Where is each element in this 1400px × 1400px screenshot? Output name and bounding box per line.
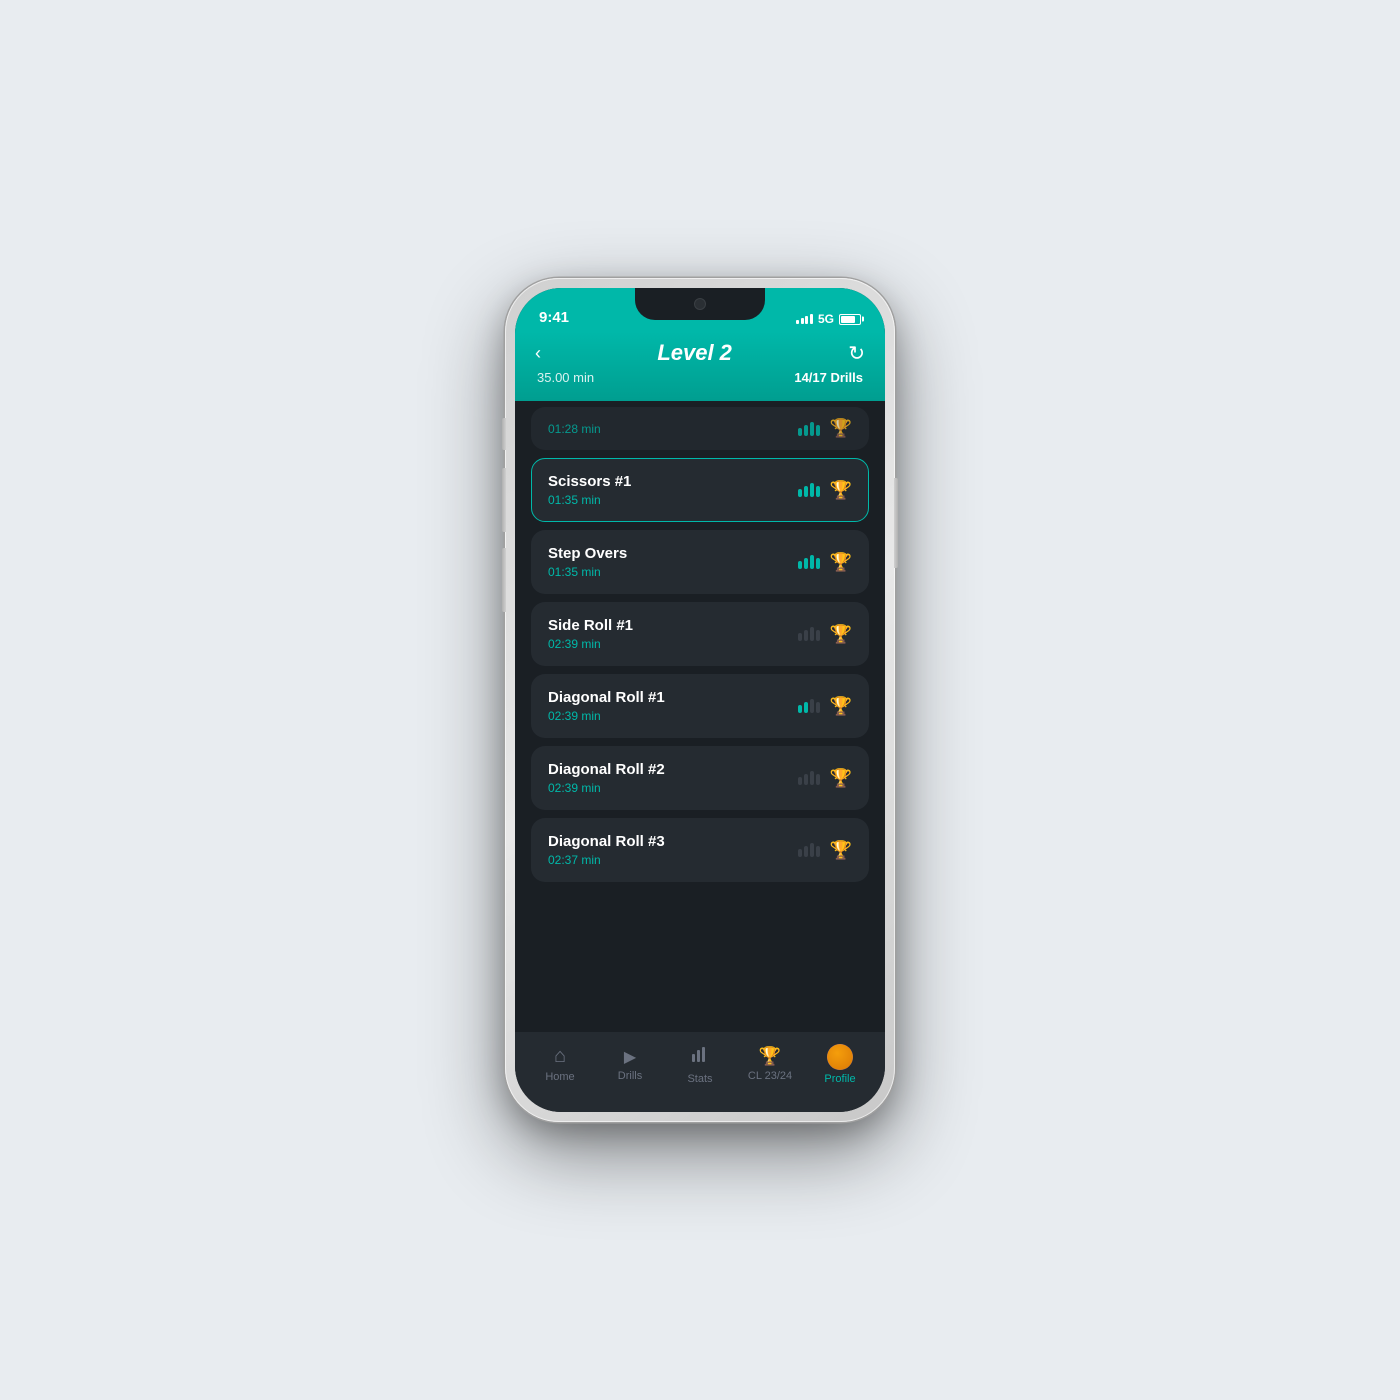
status-time: 9:41: [539, 309, 569, 326]
header-top: ‹ Level 2 ↻: [535, 340, 865, 366]
drill-name: Side Roll #1: [548, 617, 633, 634]
drill-stats: 🏆: [798, 768, 852, 789]
drill-stats: 🏆: [798, 840, 852, 861]
progress-bars: [798, 771, 820, 785]
drill-time: 02:39 min: [548, 709, 665, 723]
trophy-icon: 🏆: [830, 840, 852, 861]
drill-info: Side Roll #1 02:39 min: [548, 617, 633, 651]
volume-down-button: [502, 548, 506, 612]
drills-count: 14/17 Drills: [794, 370, 863, 385]
network-label: 5G: [818, 312, 834, 326]
drill-time: 02:39 min: [548, 637, 633, 651]
back-button[interactable]: ‹: [535, 343, 541, 364]
drill-item-scissors-1[interactable]: Scissors #1 01:35 min 🏆: [531, 458, 869, 522]
notch: [635, 288, 765, 320]
phone-screen: 9:41 5G ‹ Level 2 ↻: [515, 288, 885, 1112]
drill-time: 02:37 min: [548, 853, 665, 867]
progress-bars: [798, 627, 820, 641]
home-icon: ⌂: [554, 1045, 566, 1068]
trophy-icon: 🏆: [830, 696, 852, 717]
profile-avatar: [827, 1044, 853, 1070]
drill-info: Diagonal Roll #2 02:39 min: [548, 761, 665, 795]
signal-icon: [796, 314, 813, 324]
drill-item-diagonal-roll-3[interactable]: Diagonal Roll #3 02:37 min 🏆: [531, 818, 869, 882]
trophy-icon: 🏆: [830, 768, 852, 789]
cl-icon: 🏆: [759, 1046, 781, 1067]
level-title: Level 2: [657, 340, 732, 366]
drill-stats: 🏆: [798, 418, 852, 439]
drill-info: Step Overs 01:35 min: [548, 545, 627, 579]
drill-stats: 🏆: [798, 552, 852, 573]
nav-label-home: Home: [545, 1071, 574, 1083]
avatar-image: [827, 1044, 853, 1070]
drill-time: 01:35 min: [548, 565, 627, 579]
drill-stats: 🏆: [798, 624, 852, 645]
nav-item-home[interactable]: ⌂ Home: [525, 1045, 595, 1083]
progress-bars: [798, 555, 820, 569]
drill-time: 01:28 min: [548, 422, 601, 436]
header-meta: 35.00 min 14/17 Drills: [535, 370, 865, 385]
nav-label-profile: Profile: [824, 1073, 855, 1085]
drill-stats: 🏆: [798, 480, 852, 501]
nav-label-cl: CL 23/24: [748, 1070, 792, 1082]
trophy-icon: 🏆: [830, 552, 852, 573]
drills-list: 01:28 min 🏆 Scissors #1 01:35 min: [515, 401, 885, 1032]
battery-icon: [839, 314, 861, 325]
drill-name: Diagonal Roll #2: [548, 761, 665, 778]
progress-bars: [798, 699, 820, 713]
drill-item-diagonal-roll-2[interactable]: Diagonal Roll #2 02:39 min 🏆: [531, 746, 869, 810]
bottom-navigation: ⌂ Home ▶ Drills Stats 🏆 CL 23/: [515, 1032, 885, 1112]
trophy-icon: 🏆: [830, 624, 852, 645]
battery-fill: [841, 316, 855, 323]
stats-icon: [690, 1044, 710, 1070]
level-header: ‹ Level 2 ↻ 35.00 min 14/17 Drills: [515, 332, 885, 401]
power-button: [894, 478, 898, 568]
total-duration: 35.00 min: [537, 370, 594, 385]
nav-label-stats: Stats: [687, 1073, 712, 1085]
drill-name: Scissors #1: [548, 473, 631, 490]
drill-name: Diagonal Roll #3: [548, 833, 665, 850]
drill-time: 02:39 min: [548, 781, 665, 795]
status-icons: 5G: [796, 312, 861, 326]
nav-item-drills[interactable]: ▶ Drills: [595, 1047, 665, 1082]
drill-info: Diagonal Roll #3 02:37 min: [548, 833, 665, 867]
nav-item-cl[interactable]: 🏆 CL 23/24: [735, 1046, 805, 1082]
drill-time: 01:35 min: [548, 493, 631, 507]
nav-item-stats[interactable]: Stats: [665, 1044, 735, 1085]
drill-info: Scissors #1 01:35 min: [548, 473, 631, 507]
nav-label-drills: Drills: [618, 1070, 642, 1082]
drill-stats: 🏆: [798, 696, 852, 717]
progress-bars: [798, 422, 820, 436]
progress-bars: [798, 483, 820, 497]
nav-item-profile[interactable]: Profile: [805, 1044, 875, 1085]
trophy-icon: 🏆: [830, 418, 852, 439]
drill-name: Step Overs: [548, 545, 627, 562]
refresh-icon[interactable]: ↻: [848, 341, 865, 366]
mute-button: [502, 418, 506, 450]
drill-item-side-roll-1[interactable]: Side Roll #1 02:39 min 🏆: [531, 602, 869, 666]
camera: [694, 298, 706, 310]
drill-info: Diagonal Roll #1 02:39 min: [548, 689, 665, 723]
drill-item-step-overs[interactable]: Step Overs 01:35 min 🏆: [531, 530, 869, 594]
drills-icon: ▶: [624, 1047, 636, 1067]
phone-device: 9:41 5G ‹ Level 2 ↻: [505, 278, 895, 1122]
volume-up-button: [502, 468, 506, 532]
trophy-icon: 🏆: [830, 480, 852, 501]
drill-name: Diagonal Roll #1: [548, 689, 665, 706]
drill-item-diagonal-roll-1[interactable]: Diagonal Roll #1 02:39 min 🏆: [531, 674, 869, 738]
drill-item-partial-top[interactable]: 01:28 min 🏆: [531, 407, 869, 450]
progress-bars: [798, 843, 820, 857]
drill-info: 01:28 min: [548, 422, 601, 436]
